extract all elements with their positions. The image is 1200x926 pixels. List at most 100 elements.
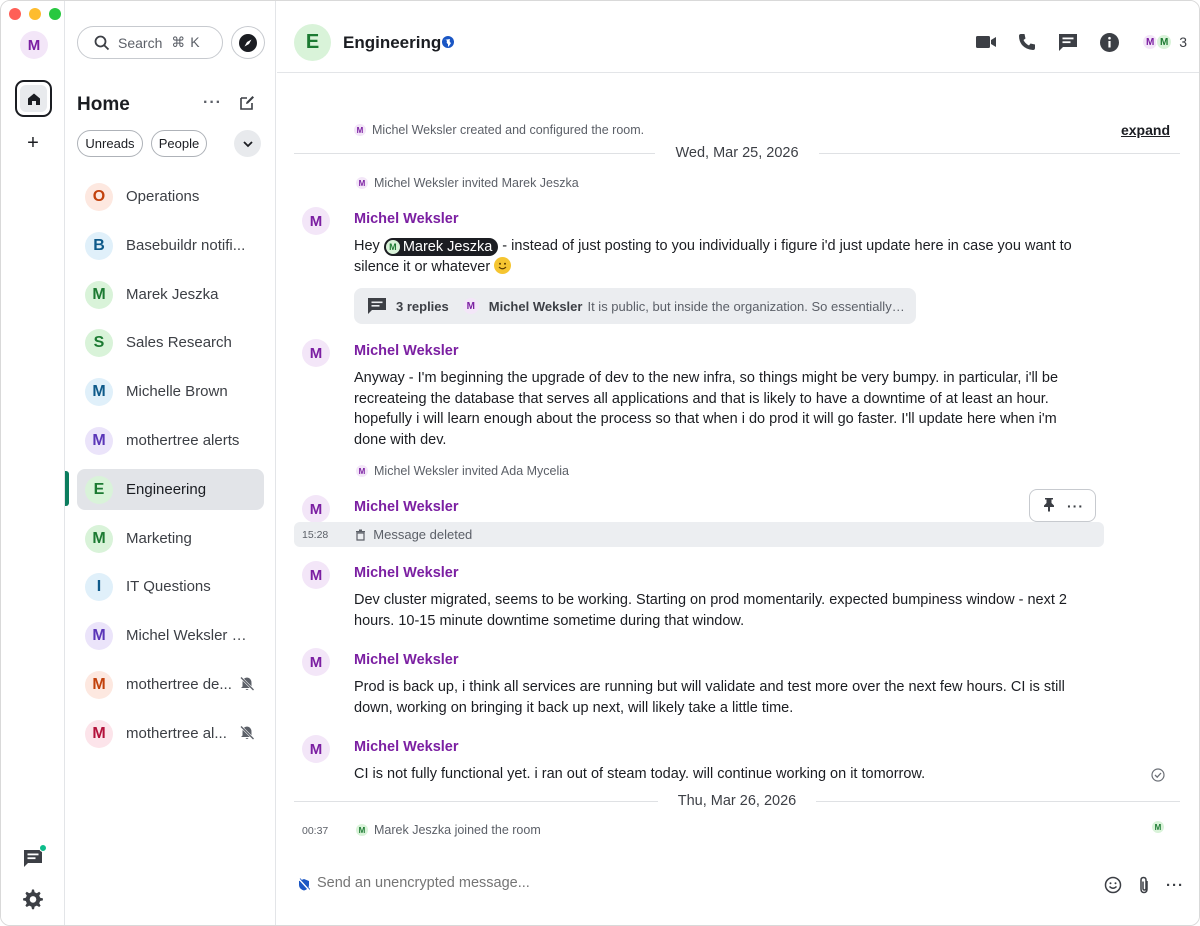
more-filters-button[interactable] — [234, 130, 261, 157]
sender-name[interactable]: Michel Weksler — [354, 343, 459, 359]
composer-actions: ··· — [1103, 875, 1185, 895]
deleted-message: 15:28 Message deleted — [294, 522, 1104, 547]
room-avatar: M — [85, 280, 113, 309]
member-count: 3 — [1179, 34, 1187, 50]
room-avatar: M — [85, 719, 113, 748]
sent-check-icon — [1151, 768, 1165, 782]
room-avatar: M — [85, 621, 113, 650]
room-item[interactable]: Mmothertree alerts — [77, 420, 264, 461]
room-item[interactable]: Mmothertree al... — [77, 713, 264, 754]
sender-name[interactable]: Michel Weksler — [354, 565, 459, 581]
user-mention-pill[interactable]: M Marek Jeszka — [383, 238, 499, 256]
emoji-button[interactable] — [1103, 875, 1123, 895]
room-item[interactable]: M Michelle Brown — [77, 371, 264, 412]
explore-rooms-button[interactable] — [231, 26, 265, 59]
message-action-bar: ··· — [1029, 489, 1096, 522]
room-info-button[interactable] — [1097, 30, 1121, 54]
search-label: Search — [118, 34, 163, 51]
compose-button[interactable] — [238, 94, 258, 114]
sender-name[interactable]: Michel Weksler — [354, 499, 459, 515]
date-label: Thu, Mar 26, 2026 — [677, 793, 797, 809]
settings-button[interactable] — [21, 887, 45, 911]
threads-activity-button[interactable] — [21, 844, 47, 870]
room-item[interactable]: S Sales Research — [77, 322, 264, 363]
user-avatar[interactable]: M — [20, 31, 48, 59]
member-facepile[interactable]: M M 3 — [1142, 34, 1187, 50]
minimize-window-button[interactable] — [29, 8, 41, 20]
filter-people[interactable]: People — [151, 130, 207, 157]
event-text: Marek Jeszka joined the room — [374, 823, 541, 837]
sender-name[interactable]: Michel Weksler — [354, 211, 459, 227]
filter-unreads[interactable]: Unreads — [77, 130, 143, 157]
message-text: Hey — [354, 238, 384, 254]
room-item[interactable]: M Michel Weksler (... — [77, 615, 264, 656]
thread-preview: It is public, but inside the organizatio… — [587, 298, 906, 314]
sender-name[interactable]: Michel Weksler — [354, 652, 459, 668]
sender-avatar[interactable]: M — [302, 561, 330, 589]
room-name: Operations — [126, 188, 200, 205]
pin-button[interactable] — [1041, 496, 1057, 515]
room-list-panel: Search ⌘ K Home ··· Unreads People O Oper… — [65, 1, 276, 925]
event-text: Michel Weksler created and configured th… — [372, 123, 645, 137]
room-name: Michelle Brown — [126, 383, 228, 400]
create-space-button[interactable]: + — [22, 132, 44, 154]
home-space-button[interactable] — [15, 80, 52, 117]
event-text: Michel Weksler invited Marek Jeszka — [374, 176, 579, 190]
room-list-options-button[interactable]: ··· — [203, 94, 223, 114]
member-avatar: M — [1156, 34, 1173, 50]
public-room-icon — [442, 36, 454, 48]
sender-avatar[interactable]: M — [302, 648, 330, 676]
room-avatar: S — [85, 328, 113, 357]
room-name: Sales Research — [126, 334, 232, 351]
close-window-button[interactable] — [9, 8, 21, 20]
message-input[interactable] — [317, 875, 1017, 891]
attach-button[interactable] — [1134, 875, 1154, 895]
thread-author-avatar: M — [462, 298, 479, 314]
join-event: M Marek Jeszka joined the room — [356, 823, 541, 837]
video-call-button[interactable] — [974, 30, 998, 54]
event-timestamp[interactable]: 00:37 — [302, 825, 328, 837]
app-window: M + Search ⌘ K Home ··· Unreads People O… — [0, 0, 1200, 926]
search-icon — [94, 35, 110, 50]
room-name[interactable]: Engineering — [343, 33, 441, 53]
room-item[interactable]: O Operations — [77, 176, 264, 217]
read-receipt-avatar[interactable]: M — [1152, 821, 1164, 833]
room-name: Marek Jeszka — [126, 286, 219, 303]
room-item[interactable]: B Basebuildr notifi... — [77, 225, 264, 266]
bell-off-icon — [239, 725, 257, 743]
message-options-button[interactable]: ··· — [1067, 498, 1084, 514]
room-item[interactable]: I IT Questions — [77, 566, 264, 607]
window-controls — [9, 8, 61, 20]
search-button[interactable]: Search ⌘ K — [77, 26, 223, 59]
room-avatar: M — [85, 524, 113, 553]
event-avatar: M — [354, 124, 366, 136]
sender-avatar[interactable]: M — [302, 735, 330, 763]
thread-summary[interactable]: 3 replies M Michel Weksler It is public,… — [354, 288, 916, 324]
room-name: mothertree alerts — [126, 432, 240, 449]
message-timestamp[interactable]: 15:28 — [302, 529, 328, 541]
invite-event: M Michel Weksler invited Ada Mycelia — [356, 464, 569, 478]
room-item[interactable]: E Engineering — [77, 469, 264, 510]
sender-avatar[interactable]: M — [302, 339, 330, 367]
sender-name[interactable]: Michel Weksler — [354, 739, 459, 755]
expand-events-link[interactable]: expand — [1121, 122, 1170, 138]
message-composer: ··· — [277, 863, 1199, 907]
room-avatar: E — [85, 475, 113, 504]
info-icon — [1099, 32, 1119, 52]
room-item[interactable]: Mmothertree de... — [77, 664, 264, 705]
invite-event: M Michel Weksler invited Marek Jeszka — [356, 176, 579, 190]
room-item[interactable]: M Marek Jeszka — [77, 274, 264, 315]
room-item[interactable]: M Marketing — [77, 518, 264, 559]
room-avatar[interactable]: E — [294, 24, 331, 61]
trash-icon — [356, 529, 366, 541]
zoom-window-button[interactable] — [49, 8, 61, 20]
event-avatar: M — [356, 177, 368, 189]
thread-reply-count: 3 replies — [396, 298, 449, 314]
thread-author: Michel Weksler — [488, 298, 583, 314]
voice-call-button[interactable] — [1015, 30, 1039, 54]
threads-button[interactable] — [1056, 30, 1080, 54]
sender-avatar[interactable]: M — [302, 495, 330, 523]
sender-avatar[interactable]: M — [302, 207, 330, 235]
more-options-button[interactable]: ··· — [1165, 875, 1185, 895]
message-body: Hey M Marek Jeszka - instead of just post… — [354, 236, 1079, 277]
